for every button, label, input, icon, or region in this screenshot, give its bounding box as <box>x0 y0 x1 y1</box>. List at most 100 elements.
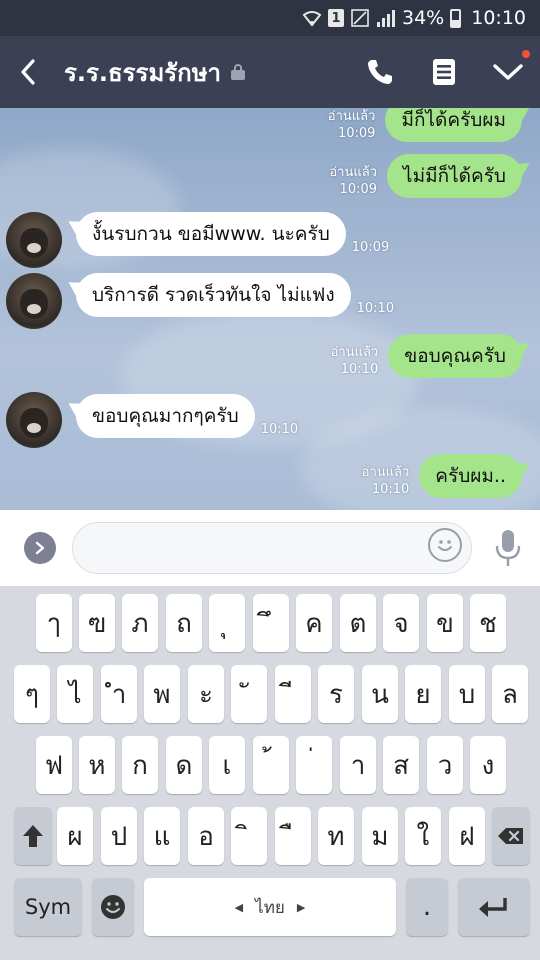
smiley-icon <box>438 540 452 551</box>
sender-avatar[interactable] <box>6 392 62 448</box>
key[interactable]: ื <box>275 807 311 865</box>
enter-arrow-icon <box>479 898 507 917</box>
header-actions <box>348 36 540 108</box>
chat-header: ร.ร.ธรรมรักษา <box>0 36 540 108</box>
message-bubble[interactable]: ขอบคุณมากๆครับ <box>76 394 255 438</box>
sender-avatar[interactable] <box>6 212 62 268</box>
key[interactable]: ๅ <box>36 594 72 652</box>
backspace-key[interactable] <box>492 807 530 865</box>
key[interactable]: ิ <box>231 807 267 865</box>
chat-area[interactable]: อ่านแล้ว 10:09 มีก็ได้ครับผม อ่านแล้ว 10… <box>0 108 540 510</box>
enter-key[interactable] <box>458 878 530 936</box>
key[interactable]: ม <box>362 807 398 865</box>
key[interactable]: ภ <box>122 594 158 652</box>
read-receipt: อ่านแล้ว <box>330 345 379 360</box>
expand-menu-button[interactable] <box>24 532 56 564</box>
space-key[interactable]: ◀ ไทย ▶ <box>144 878 396 936</box>
key[interactable]: ้ <box>253 736 289 794</box>
message-row-outgoing: อ่านแล้ว 10:10 ขอบคุณครับ <box>331 334 522 378</box>
key[interactable]: ่ <box>296 736 332 794</box>
key[interactable]: ล <box>492 665 528 723</box>
message-row-outgoing: อ่านแล้ว 10:09 มีก็ได้ครับผม <box>328 108 522 142</box>
message-bubble[interactable]: มีก็ได้ครับผม <box>385 108 522 142</box>
key[interactable]: า <box>340 736 376 794</box>
message-time: 10:10 <box>340 362 379 377</box>
key[interactable]: ผ <box>57 807 93 865</box>
message-row-outgoing: อ่านแล้ว 10:09 ไม่มีก็ได้ครับ <box>329 154 522 198</box>
key[interactable]: ข <box>427 594 463 652</box>
sym-key[interactable]: Sym <box>14 878 82 936</box>
key[interactable]: ง <box>470 736 506 794</box>
keyboard: ๅ ฃ ภ ถ ุ ึ ค ต จ ข ช ๆ ไ ำ พ ะ ั ี ร น … <box>0 586 540 960</box>
key[interactable]: ย <box>405 665 441 723</box>
notes-button[interactable] <box>412 36 476 108</box>
key[interactable]: ค <box>296 594 332 652</box>
shift-key[interactable] <box>14 807 52 865</box>
message-bubble[interactable]: ขอบคุณครับ <box>388 334 522 378</box>
phone-icon <box>368 60 392 84</box>
key[interactable]: ะ <box>188 665 224 723</box>
key[interactable]: ส <box>383 736 419 794</box>
period-key[interactable]: . <box>406 878 448 936</box>
key[interactable]: ี <box>275 665 311 723</box>
space-language-label: ไทย <box>255 897 285 918</box>
message-time: 10:10 <box>371 482 410 497</box>
key[interactable]: พ <box>144 665 180 723</box>
key[interactable]: ๆ <box>14 665 50 723</box>
key[interactable]: แ <box>144 807 180 865</box>
wifi-icon <box>302 9 322 27</box>
key[interactable]: ฝ <box>449 807 485 865</box>
key[interactable]: ด <box>166 736 202 794</box>
key[interactable]: ท <box>318 807 354 865</box>
voice-message-button[interactable] <box>493 528 523 568</box>
key[interactable]: ต <box>340 594 376 652</box>
key[interactable]: ช <box>470 594 506 652</box>
message-time: 10:09 <box>337 126 376 141</box>
message-bubble[interactable]: งั้นรบกวน ขอมีwww. นะครับ <box>76 212 346 256</box>
key[interactable]: ก <box>122 736 158 794</box>
message-row-incoming: งั้นรบกวน ขอมีwww. นะครับ 10:09 <box>76 212 389 256</box>
key[interactable]: ึ <box>253 594 289 652</box>
key[interactable]: ว <box>427 736 463 794</box>
key[interactable]: ป <box>101 807 137 865</box>
key[interactable]: ุ <box>209 594 245 652</box>
key[interactable]: น <box>362 665 398 723</box>
back-arrow-icon <box>21 59 35 85</box>
sender-avatar[interactable] <box>6 273 62 329</box>
message-time: 10:09 <box>351 240 390 255</box>
key[interactable]: ั <box>231 665 267 723</box>
message-bubble[interactable]: ครับผม.. <box>419 454 522 498</box>
menu-dropdown-button[interactable] <box>476 36 540 108</box>
battery-icon <box>450 8 462 28</box>
message-time: 10:10 <box>356 301 395 316</box>
message-input[interactable] <box>72 522 472 574</box>
key[interactable]: ฃ <box>79 594 115 652</box>
key[interactable]: จ <box>383 594 419 652</box>
smiley-icon <box>101 895 125 919</box>
call-button[interactable] <box>348 36 412 108</box>
read-receipt: อ่านแล้ว <box>327 109 376 124</box>
emoji-key[interactable] <box>92 878 134 936</box>
key[interactable]: ห <box>79 736 115 794</box>
message-row-outgoing: อ่านแล้ว 10:10 ครับผม.. <box>362 454 522 498</box>
message-time: 10:09 <box>339 182 378 197</box>
key[interactable]: ฟ <box>36 736 72 794</box>
lock-icon <box>230 64 245 80</box>
notes-icon <box>433 59 455 85</box>
emoji-button[interactable] <box>428 528 462 562</box>
message-bubble[interactable]: ไม่มีก็ได้ครับ <box>387 154 522 198</box>
key[interactable]: ร <box>318 665 354 723</box>
message-bubble[interactable]: บริการดี รวดเร็วทันใจ ไม่แฟง <box>76 273 351 317</box>
key[interactable]: ำ <box>101 665 137 723</box>
chat-title: ร.ร.ธรรมรักษา <box>64 58 221 87</box>
key[interactable]: ใ <box>405 807 441 865</box>
key[interactable]: อ <box>188 807 224 865</box>
back-button[interactable] <box>0 36 56 108</box>
signal-icon <box>376 8 396 28</box>
chevron-down-icon <box>493 64 523 80</box>
key[interactable]: ถ <box>166 594 202 652</box>
key[interactable]: ไ <box>57 665 93 723</box>
sim-badge: 1 <box>328 9 344 27</box>
key[interactable]: เ <box>209 736 245 794</box>
key[interactable]: บ <box>449 665 485 723</box>
